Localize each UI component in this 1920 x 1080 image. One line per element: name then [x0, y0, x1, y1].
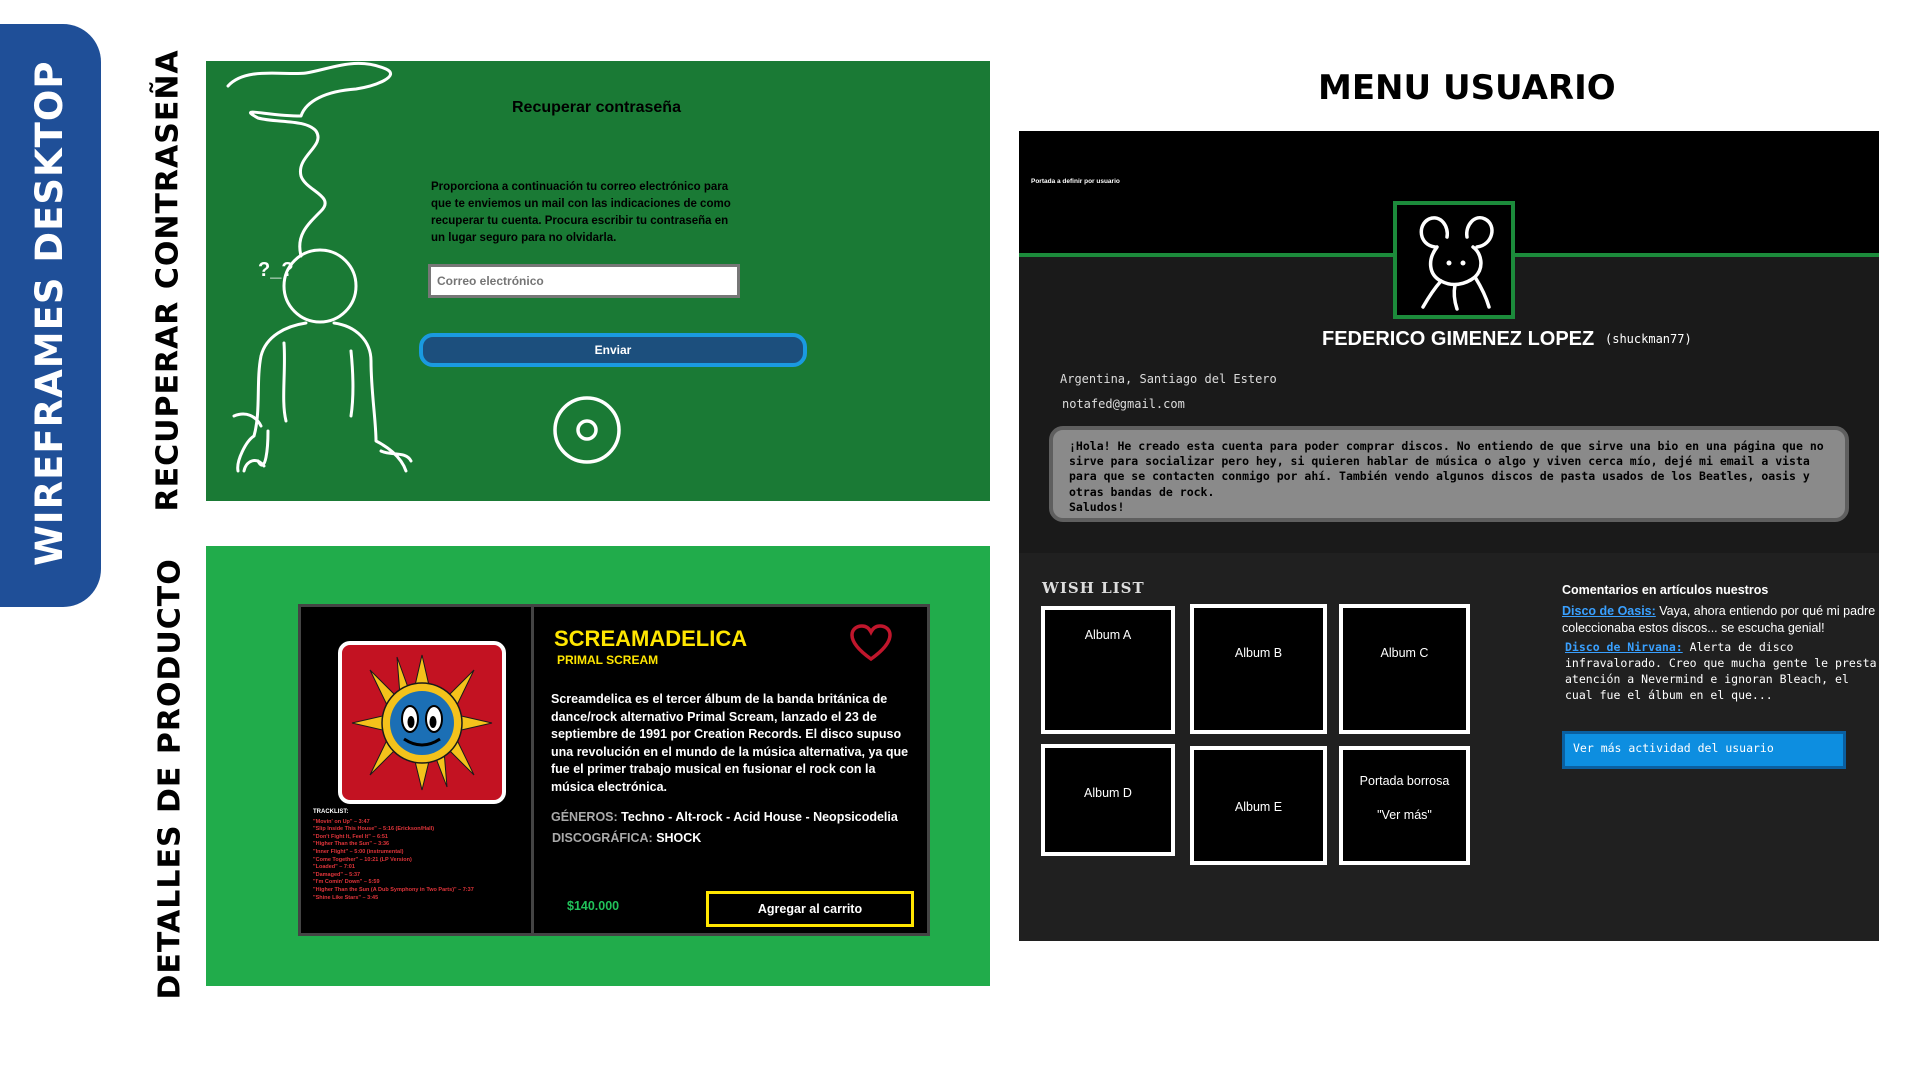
- loading-ring-icon: [553, 396, 621, 464]
- track-item: "Movin' on Up" – 3:47: [313, 818, 370, 825]
- product-artist: PRIMAL SCREAM: [557, 653, 659, 667]
- section-label-product: DETALLES DE PRODUCTO: [152, 558, 188, 1000]
- tracklist-title: TRACKLIST:: [313, 809, 349, 815]
- recover-title: Recuperar contraseña: [512, 99, 681, 116]
- cover-caption: Portada a definir por usuario: [1031, 178, 1120, 185]
- genres-line: GÉNEROS: Techno - Alt-rock - Acid House …: [551, 810, 898, 824]
- comments-title: Comentarios en artículos nuestros: [1562, 583, 1769, 597]
- genres-label: GÉNEROS:: [551, 810, 618, 824]
- track-item: "Don't Fight It, Feel It" – 6:51: [313, 833, 388, 840]
- user-location: Argentina, Santiago del Estero: [1060, 372, 1277, 386]
- wishlist-album-c[interactable]: Album C: [1339, 604, 1470, 734]
- user-bio: ¡Hola! He creado esta cuenta para poder …: [1049, 426, 1849, 522]
- mouse-avatar-icon: [1419, 216, 1494, 311]
- comment-oasis: Disco de Oasis: Vaya, ahora entiendo por…: [1562, 603, 1882, 637]
- wishlist-album-e[interactable]: Album E: [1190, 746, 1327, 865]
- track-item: "Damaged" – 5:37: [313, 871, 361, 878]
- track-item: "Shine Like Stars" – 3:45: [313, 894, 379, 901]
- user-activity-section: WISH LIST Album A Album B Album C Album …: [1019, 553, 1879, 941]
- avatar[interactable]: [1393, 201, 1515, 319]
- see-more-label: "Ver más": [1377, 808, 1432, 822]
- user-menu-title: MENU USUARIO: [1318, 68, 1616, 108]
- wishlist-see-more[interactable]: Portada borrosa "Ver más": [1339, 746, 1470, 865]
- doodle-face-text: ?_?: [258, 259, 294, 281]
- wireframes-side-tab: WIREFRAMES DESKTOP: [0, 24, 101, 607]
- card-divider: [531, 607, 534, 933]
- sun-face-icon: [351, 654, 493, 791]
- recover-description: Proporciona a continuación tu correo ele…: [431, 181, 731, 244]
- product-price: $140.000: [567, 899, 620, 913]
- recover-password-panel: ?_? Recuperar contraseña Proporciona a c…: [206, 61, 990, 501]
- wishlist-title: WISH LIST: [1042, 579, 1145, 597]
- blurred-cover-label: Portada borrosa: [1359, 774, 1450, 788]
- user-menu-panel: Portada a definir por usuario FEDERICO G…: [1019, 131, 1879, 941]
- track-item: "Higher Than the Sun (A Dub Symphony in …: [313, 886, 474, 893]
- comment-nirvana-link[interactable]: Disco de Nirvana:: [1565, 640, 1683, 654]
- track-item: "I'm Comin' Down" – 5:59: [313, 879, 380, 886]
- send-button[interactable]: Enviar: [419, 333, 807, 367]
- record-label-value: SHOCK: [656, 831, 702, 845]
- wishlist-album-b[interactable]: Album B: [1190, 604, 1327, 734]
- product-title: SCREAMADELICA: [554, 626, 748, 651]
- track-item: "Slip Inside This House" – 5:16 (Erickso…: [313, 826, 435, 833]
- track-item: "Inner Flight" – 5:00 (instrumental): [313, 848, 404, 855]
- record-label-label: DISCOGRÁFICA:: [552, 831, 653, 845]
- more-activity-button[interactable]: Ver más actividad del usuario: [1562, 731, 1846, 769]
- product-detail-panel: TRACKLIST: "Movin' on Up" – 3:47 "Slip I…: [206, 546, 990, 986]
- track-item: "Higher Than the Sun" – 3:36: [313, 841, 390, 848]
- user-name: FEDERICO GIMENEZ LOPEZ: [1322, 328, 1595, 350]
- comment-nirvana: Disco de Nirvana: Alerta de disco infrav…: [1565, 639, 1877, 703]
- wishlist-album-a[interactable]: Album A: [1041, 606, 1175, 734]
- add-to-cart-button[interactable]: Agregar al carrito: [706, 891, 914, 927]
- album-cover: [338, 641, 506, 804]
- side-tab-label: WIREFRAMES DESKTOP: [28, 60, 71, 567]
- track-item: "Loaded" – 7:01: [313, 864, 355, 871]
- comment-oasis-link[interactable]: Disco de Oasis:: [1562, 604, 1656, 618]
- heart-icon[interactable]: [849, 623, 893, 663]
- user-handle: (shuckman77): [1605, 332, 1692, 346]
- product-card: TRACKLIST: "Movin' on Up" – 3:47 "Slip I…: [298, 604, 930, 936]
- section-label-recover: RECUPERAR CONTRASEÑA: [150, 49, 186, 512]
- genres-value: Techno - Alt-rock - Acid House - Neopsic…: [621, 810, 898, 824]
- user-email: notafed@gmail.com: [1062, 397, 1185, 411]
- email-input[interactable]: [428, 264, 740, 298]
- record-label-line: DISCOGRÁFICA: SHOCK: [552, 831, 701, 845]
- wishlist-album-d[interactable]: Album D: [1041, 744, 1175, 856]
- track-item: "Come Together" – 10:21 (LP Version): [313, 856, 412, 863]
- product-description: Screamdelica es el tercer álbum de la ba…: [551, 692, 909, 794]
- tracklist: TRACKLIST: "Movin' on Up" – 3:47 "Slip I…: [313, 809, 523, 902]
